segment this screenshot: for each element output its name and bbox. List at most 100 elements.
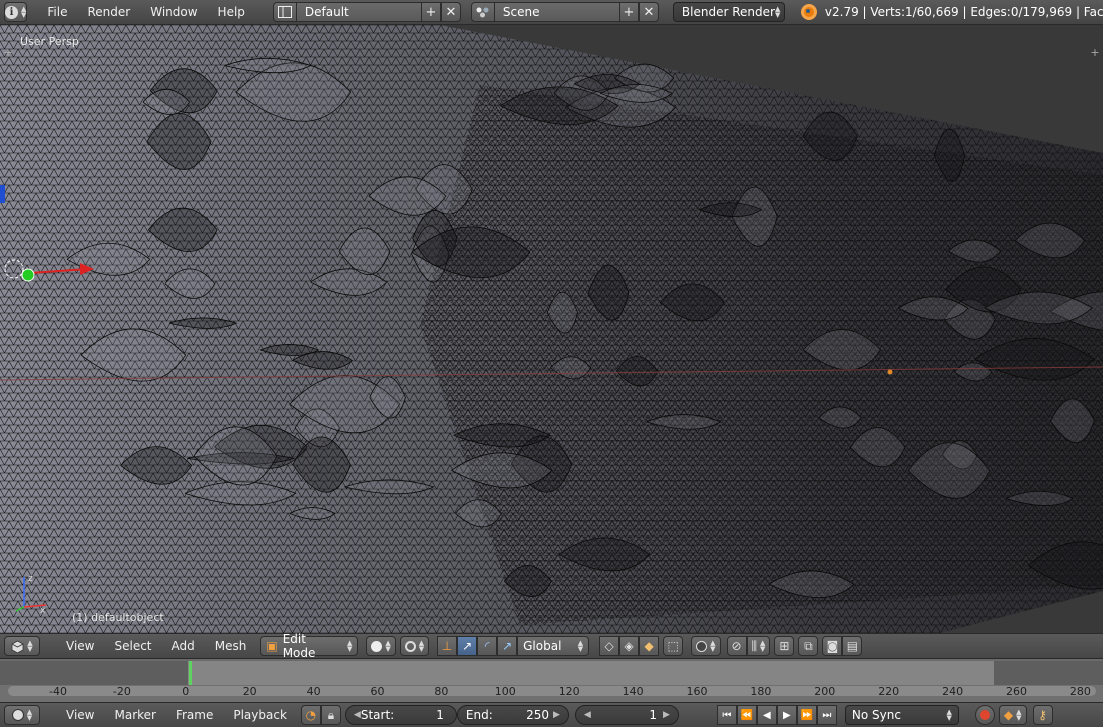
chevron-updown-icon: ▲ ▼: [346, 639, 353, 653]
edge-select-button[interactable]: ◈: [619, 636, 640, 656]
end-frame-value: 250: [526, 708, 549, 722]
scale-icon: ↗: [502, 639, 513, 653]
chevron-left-icon[interactable]: ◀: [584, 710, 591, 720]
transform-orientation-select[interactable]: Global ▲ ▼: [517, 636, 590, 656]
prev-keyframe-button[interactable]: ⏪: [736, 705, 757, 725]
chevron-right-icon[interactable]: ▶: [553, 710, 560, 720]
snap-toggle-button[interactable]: ⊘: [726, 636, 747, 656]
preview-range-group: ◔ 🔒︎: [300, 705, 341, 725]
face-select-button[interactable]: ◆: [639, 636, 660, 656]
pivot-point-select[interactable]: ▲ ▼: [399, 636, 430, 656]
snap-element-select[interactable]: ⫼ ▲ ▼: [746, 636, 771, 656]
jump-end-button[interactable]: ⏭: [816, 705, 837, 725]
menu-file[interactable]: File: [37, 5, 77, 19]
chevron-right-icon[interactable]: ▶: [663, 710, 670, 720]
screen-layout-button[interactable]: [272, 2, 297, 22]
add-layout-button[interactable]: +: [420, 2, 441, 22]
3d-viewport[interactable]: z x User Persp (1) defaultobject + +: [0, 25, 1103, 633]
current-frame-field[interactable]: ◀ 1 ▶: [574, 705, 679, 725]
chevron-updown-icon: ▲ ▼: [577, 639, 584, 653]
timeline-area[interactable]: -40 -20 0 20 40 60 80 100 120 140 160 180 200 220 240 2…: [0, 658, 1103, 702]
rotate-manipulator-button[interactable]: ◜: [477, 636, 498, 656]
editor-type-button[interactable]: ▲ ▼: [4, 636, 40, 656]
timeline-tick-label: 60: [370, 685, 385, 698]
play-button[interactable]: ▶: [776, 705, 797, 725]
menu-window[interactable]: Window: [140, 5, 207, 19]
copy-icon: ⧉: [804, 638, 813, 653]
layers-button[interactable]: ⊞: [774, 636, 795, 656]
scale-manipulator-button[interactable]: ↗: [497, 636, 518, 656]
menu-playback[interactable]: Playback: [223, 708, 297, 722]
jump-start-button[interactable]: ⏮: [716, 705, 737, 725]
info-header: i ▲ ▼ File Render Window Help Default + ✕…: [0, 0, 1103, 25]
play-reverse-button[interactable]: ◀: [756, 705, 777, 725]
current-frame-cursor[interactable]: [189, 661, 192, 685]
editor-type-button[interactable]: i ▲ ▼: [4, 2, 28, 22]
scene-field[interactable]: Scene: [494, 2, 619, 22]
interaction-mode-select[interactable]: ▣ Edit Mode ▲ ▼: [260, 632, 359, 660]
timeline-tick-label: -20: [112, 685, 131, 698]
chevron-updown-icon: ▲ ▼: [385, 639, 391, 653]
vertex-select-button[interactable]: ◇: [599, 636, 620, 656]
keying-mode-select[interactable]: ◆ ▲ ▼: [998, 705, 1027, 725]
snap-group: ⊘ ⫼ ▲ ▼: [726, 636, 771, 656]
selected-vertex[interactable]: [887, 369, 893, 375]
lock-icon: 🔒︎: [327, 707, 335, 722]
translate-manipulator-button[interactable]: ↗: [457, 636, 478, 656]
menu-mesh[interactable]: Mesh: [205, 639, 257, 653]
menu-frame[interactable]: Frame: [166, 708, 223, 722]
menu-help[interactable]: Help: [208, 5, 255, 19]
editor-type-button[interactable]: ▲ ▼: [4, 705, 40, 725]
screen-layout-field[interactable]: Default: [296, 2, 421, 22]
sync-mode-select[interactable]: No Sync ▲ ▼: [844, 705, 959, 725]
chevron-updown-icon: ▲ ▼: [710, 639, 716, 653]
opengl-render-button[interactable]: ◙: [822, 636, 843, 656]
timeline-tick-label: 260: [1006, 685, 1027, 698]
menu-add[interactable]: Add: [162, 639, 205, 653]
timeline-frame-range[interactable]: [188, 661, 994, 685]
menu-marker[interactable]: Marker: [104, 708, 165, 722]
proportional-edit-select[interactable]: ▲ ▼: [691, 636, 721, 656]
menu-view[interactable]: View: [56, 639, 104, 653]
auto-keying-button[interactable]: [974, 705, 995, 725]
timeline-scrollbar[interactable]: [8, 686, 1096, 696]
menu-render[interactable]: Render: [77, 5, 140, 19]
chevron-left-icon[interactable]: ◀: [354, 710, 361, 720]
magnet-icon: ⊘: [731, 639, 742, 653]
chevron-updown-icon: ▲ ▼: [1016, 708, 1022, 722]
region-toggle-icon[interactable]: +: [1089, 47, 1101, 59]
next-keyframe-button[interactable]: ⏩: [796, 705, 817, 725]
viewport-shading-select[interactable]: ▲ ▼: [366, 636, 396, 656]
manipulator-toggle-button[interactable]: ⊥: [437, 636, 458, 656]
limit-selection-button[interactable]: ⬚: [663, 636, 684, 656]
timeline-tick-label: 80: [434, 685, 449, 698]
end-frame-field[interactable]: End: 250 ▶: [456, 705, 569, 725]
render-engine-select[interactable]: Blender Render ▲ ▼: [672, 2, 785, 22]
orientation-label: Global: [523, 639, 562, 653]
playback-controls: ⏮ ⏪ ◀ ▶ ⏩ ⏭: [716, 705, 837, 725]
opengl-animation-button[interactable]: ▤: [842, 636, 863, 656]
add-scene-button[interactable]: +: [618, 2, 639, 22]
mesh-wireframe[interactable]: z x: [0, 25, 1103, 633]
menu-select[interactable]: Select: [104, 639, 161, 653]
lock-range-button[interactable]: 🔒︎: [320, 705, 341, 725]
timeline-tick-label: 280: [1069, 685, 1091, 698]
clapper-icon: ▤: [846, 639, 859, 653]
remove-scene-button[interactable]: ✕: [638, 2, 659, 22]
preview-range-button[interactable]: ◔: [300, 705, 321, 725]
record-icon: [979, 710, 990, 720]
timeline-header: ▲ ▼ View Marker Frame Playback ◔ 🔒︎ ◀ Sta…: [0, 702, 1103, 727]
snap-increment-icon: ⫼: [751, 638, 758, 653]
remove-layout-button[interactable]: ✕: [440, 2, 461, 22]
timeline-tick-label: 140: [622, 685, 644, 698]
proportional-icon: [696, 640, 708, 652]
scene-button[interactable]: [470, 2, 495, 22]
menu-view[interactable]: View: [56, 708, 104, 722]
keying-set-button[interactable]: ⚷: [1032, 705, 1053, 725]
region-toggle-icon[interactable]: +: [2, 47, 14, 59]
timeline-outside-range: [994, 661, 1103, 685]
start-frame-field[interactable]: ◀ Start: 1: [344, 705, 457, 725]
copy-button[interactable]: ⧉: [798, 636, 819, 656]
shading-solid-icon: [371, 640, 383, 652]
timeline-tick-label: 0: [182, 685, 190, 698]
